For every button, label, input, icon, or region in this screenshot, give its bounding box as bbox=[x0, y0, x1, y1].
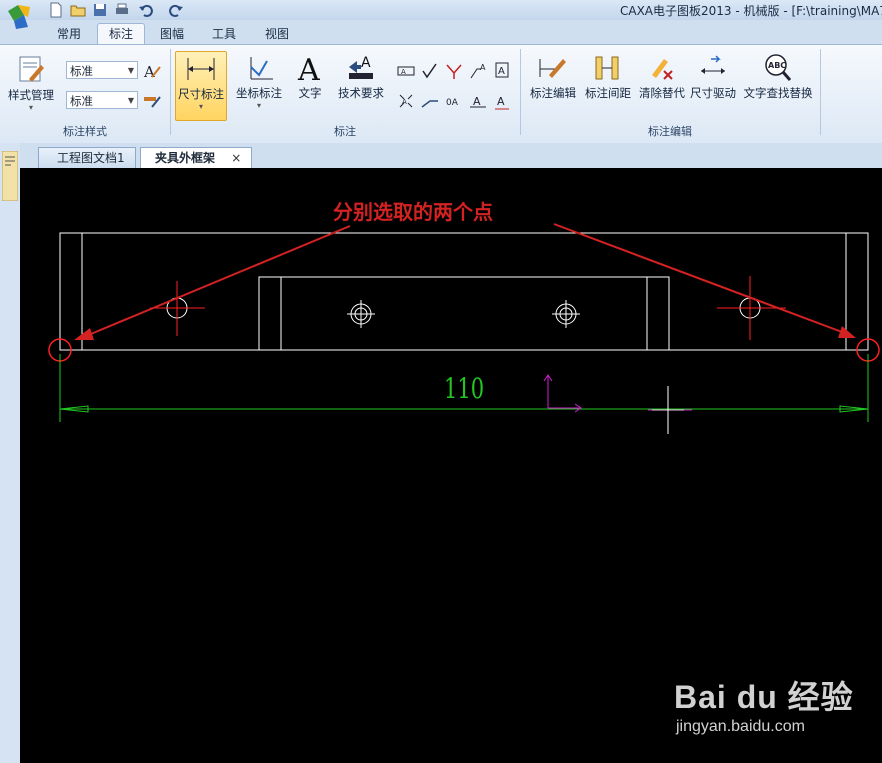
annotation-arrow-left bbox=[74, 225, 351, 340]
dimension-drive-icon bbox=[701, 55, 725, 74]
group-label-edit: 标注编辑 bbox=[648, 125, 692, 138]
coordinate-icon bbox=[250, 57, 273, 80]
text-style-icon[interactable]: A bbox=[142, 61, 162, 81]
annotation-arrow-right bbox=[553, 223, 856, 338]
dim-style-combo[interactable]: 标准 ▼ bbox=[66, 91, 138, 109]
text-a-icon: A bbox=[297, 53, 320, 83]
group-label-annotate: 标注 bbox=[334, 125, 356, 138]
crosshair-cursor-icon bbox=[648, 386, 692, 434]
dim-style-icon[interactable] bbox=[142, 91, 162, 111]
tab-annotate[interactable]: 标注 bbox=[97, 23, 145, 44]
side-panel-tab-icon[interactable] bbox=[2, 151, 18, 201]
dim-style-value: 标准 bbox=[70, 94, 93, 108]
document-tab-bar: 工程图文档1 夹具外框架 × bbox=[20, 143, 882, 168]
text-frame-icon[interactable]: A bbox=[492, 61, 512, 81]
svg-text:A: A bbox=[401, 68, 406, 76]
svg-text:A: A bbox=[497, 95, 505, 108]
text-label: 文字 bbox=[298, 86, 322, 100]
open-icon[interactable] bbox=[70, 2, 86, 18]
tech-requirements-icon: A bbox=[349, 55, 373, 79]
find-replace-text-button[interactable]: ABC 文字查找替换 bbox=[740, 53, 816, 101]
watermark: Bai du 经验 jingyan.baidu.com bbox=[674, 672, 874, 736]
svg-text:A: A bbox=[480, 63, 486, 72]
tab-sheet[interactable]: 图幅 bbox=[150, 24, 194, 44]
dimension-drive-label: 尺寸驱动 bbox=[690, 86, 736, 100]
undo-icon[interactable] bbox=[138, 2, 154, 18]
watermark-url: jingyan.baidu.com bbox=[676, 718, 805, 735]
svg-text:A: A bbox=[143, 63, 155, 81]
left-side-panel bbox=[0, 143, 21, 763]
svg-text:ABC: ABC bbox=[768, 61, 786, 70]
hole-inner-left bbox=[347, 300, 375, 328]
roughness-icon[interactable] bbox=[420, 61, 440, 81]
watermark-brand: Bai du 经验 bbox=[674, 679, 854, 715]
dimension-drive-button[interactable]: 尺寸驱动 bbox=[688, 53, 738, 101]
dimension-spacing-label: 标注间距 bbox=[585, 86, 631, 100]
svg-text:A: A bbox=[498, 66, 505, 77]
dimension-value: 110 bbox=[444, 372, 485, 405]
new-icon[interactable] bbox=[48, 2, 64, 18]
dimension-button[interactable]: 尺寸标注 ▾ bbox=[175, 51, 227, 121]
redo-icon[interactable] bbox=[168, 2, 184, 18]
arrow-text-icon[interactable]: A bbox=[468, 91, 488, 111]
hole-inner-right bbox=[552, 300, 580, 328]
clear-override-icon bbox=[652, 59, 673, 80]
center-hole-icon[interactable]: A bbox=[396, 91, 416, 111]
clear-override-button[interactable]: 清除替代 bbox=[635, 53, 689, 101]
ribbon-tab-bar: 常用 标注 图幅 工具 视图 bbox=[0, 20, 882, 44]
window-title: CAXA电子图板2013 - 机械版 - [F:\training\MA7 bbox=[620, 4, 882, 18]
doc-tab-label: 夹具外框架 bbox=[155, 151, 216, 165]
print-icon[interactable] bbox=[114, 2, 130, 18]
symbol-text-icon[interactable]: A bbox=[492, 91, 512, 111]
annotation-callout: 分别选取的两个点 bbox=[333, 200, 493, 224]
ucs-icon bbox=[543, 374, 582, 413]
text-style-value: 标准 bbox=[70, 64, 93, 78]
chamfer-icon[interactable] bbox=[420, 91, 440, 111]
clear-override-label: 清除替代 bbox=[639, 86, 685, 100]
chevron-down-icon: ▼ bbox=[127, 66, 134, 75]
style-manage-icon bbox=[19, 56, 44, 82]
text-style-combo[interactable]: 标准 ▼ bbox=[66, 61, 138, 79]
find-replace-label: 文字查找替换 bbox=[743, 86, 813, 100]
inner-frame bbox=[258, 276, 670, 351]
doc-tab-label: 工程图文档1 bbox=[57, 151, 125, 165]
dimension-edit-icon bbox=[539, 59, 566, 78]
svg-text:A: A bbox=[297, 53, 320, 83]
tech-requirements-button[interactable]: A 技术要求 bbox=[334, 53, 388, 101]
doc-tab-fixture-frame[interactable]: 夹具外框架 × bbox=[140, 147, 253, 168]
dimension-edit-button[interactable]: 标注编辑 bbox=[526, 53, 580, 101]
svg-text:A: A bbox=[473, 95, 481, 108]
tab-common[interactable]: 常用 bbox=[48, 24, 90, 44]
dimension-spacing-button[interactable]: 标注间距 bbox=[581, 53, 635, 101]
dimension-label: 尺寸标注 bbox=[178, 87, 224, 101]
dimension-spacing-icon bbox=[595, 56, 619, 80]
weld-icon[interactable] bbox=[444, 61, 464, 81]
tab-view[interactable]: 视图 bbox=[255, 24, 299, 44]
close-icon[interactable]: × bbox=[231, 151, 241, 165]
svg-text:0A: 0A bbox=[446, 98, 459, 108]
style-manage-label: 样式管理 bbox=[8, 88, 54, 102]
text-button[interactable]: A 文字 bbox=[290, 53, 330, 101]
doc-tab-drawing1[interactable]: 工程图文档1 bbox=[38, 147, 136, 168]
tab-tools[interactable]: 工具 bbox=[202, 24, 246, 44]
save-icon[interactable] bbox=[92, 2, 108, 18]
ribbon-panel: 样式管理 ▾ 标准 ▼ 标准 ▼ A 标注样式 尺寸标注 ▾ 坐标标注 ▾ A 文字… bbox=[0, 44, 882, 144]
outer-frame bbox=[59, 232, 869, 351]
leader-icon[interactable]: A bbox=[468, 61, 488, 81]
coordinate-label: 坐标标注 bbox=[236, 86, 282, 100]
magnifier-icon: ABC bbox=[765, 54, 792, 81]
svg-text:A: A bbox=[361, 55, 371, 71]
coordinate-dimension-button[interactable]: 坐标标注 ▾ bbox=[233, 53, 285, 110]
tech-requirements-label: 技术要求 bbox=[338, 86, 384, 100]
chevron-down-icon: ▼ bbox=[127, 96, 134, 105]
tolerance-icon[interactable]: 0A bbox=[444, 91, 464, 111]
group-label-style: 标注样式 bbox=[63, 125, 107, 138]
group-divider bbox=[820, 49, 821, 135]
dimension-icon bbox=[187, 58, 215, 80]
svg-text:A: A bbox=[402, 98, 407, 106]
dimension-edit-label: 标注编辑 bbox=[530, 86, 576, 100]
style-manage-button[interactable]: 样式管理 ▾ bbox=[4, 53, 58, 112]
datum-feature-icon[interactable]: A bbox=[396, 61, 416, 81]
